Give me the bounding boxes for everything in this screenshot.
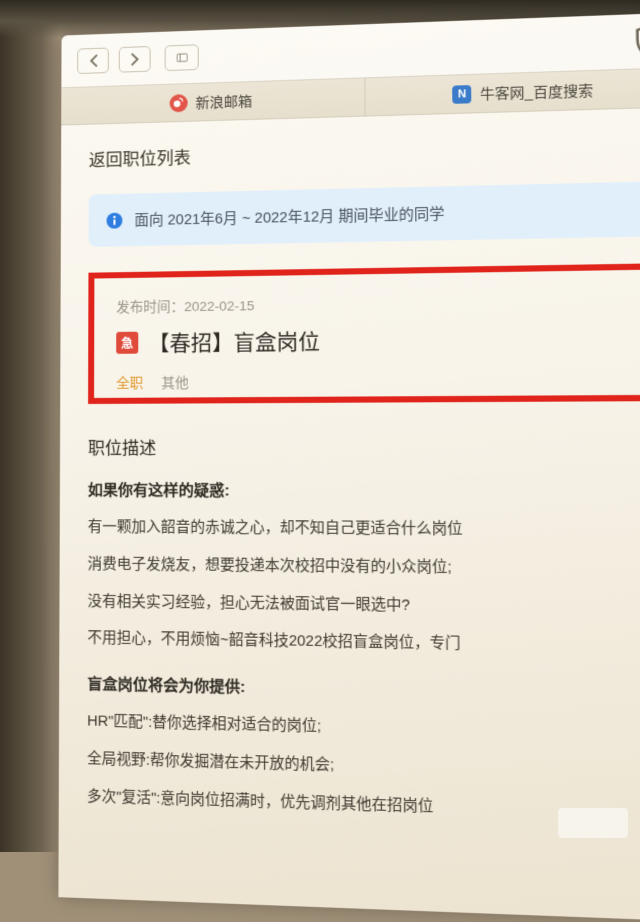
- watermark: [558, 808, 628, 838]
- job-type: 全职: [116, 372, 143, 392]
- urgent-badge: 急: [116, 332, 138, 354]
- body-text: 没有相关实习经验，担心无法被面试官一眼选中?: [87, 588, 640, 623]
- subheading: 盲盒岗位将会为你提供:: [87, 673, 640, 706]
- back-button[interactable]: [77, 47, 109, 74]
- tab-label: 牛客网_百度搜索: [480, 80, 593, 104]
- tab-label: 新浪邮箱: [196, 91, 253, 113]
- info-icon: [106, 212, 122, 228]
- privacy-shield-icon[interactable]: [633, 27, 640, 55]
- job-title: 【春招】盲盒岗位: [148, 326, 320, 358]
- banner-text: 面向 2021年6月 ~ 2022年12月 期间毕业的同学: [134, 203, 444, 231]
- body-text: HR"匹配":替你选择相对适合的岗位;: [87, 708, 640, 749]
- sidebar-toggle-button[interactable]: [165, 44, 199, 71]
- body-text: 消费电子发烧友，想要投递本次校招中没有的小众岗位;: [88, 551, 640, 584]
- job-category: 其他: [161, 371, 188, 391]
- body-text: 有一颗加入韶音的赤诚之心，却不知自己更适合什么岗位: [88, 514, 640, 545]
- body-text: 不用担心，不用烦恼~韶音科技2022校招盲盒岗位，专门: [87, 626, 640, 663]
- publish-time: 发布时间：2022-02-15: [116, 289, 626, 316]
- weibo-icon: [169, 94, 187, 112]
- subheading: 如果你有这样的疑惑:: [88, 479, 640, 502]
- page-content: 返回职位列表 面向 2021年6月 ~ 2022年12月 期间毕业的同学 发布时…: [58, 107, 640, 921]
- info-banner: 面向 2021年6月 ~ 2022年12月 期间毕业的同学: [89, 181, 640, 247]
- body-text: 全局视野:帮你发掘潜在未开放的机会;: [87, 746, 640, 789]
- section-heading: 职位描述: [88, 433, 640, 459]
- niuke-icon: N: [453, 85, 472, 104]
- forward-button[interactable]: [119, 46, 151, 73]
- back-to-list-link[interactable]: 返回职位列表: [89, 131, 640, 171]
- highlighted-posting: 发布时间：2022-02-15 急 【春招】盲盒岗位 全职 其他: [88, 263, 640, 404]
- browser-window: 新浪邮箱 N 牛客网_百度搜索 返回职位列表 面向 2021年6月 ~ 2022…: [58, 12, 640, 921]
